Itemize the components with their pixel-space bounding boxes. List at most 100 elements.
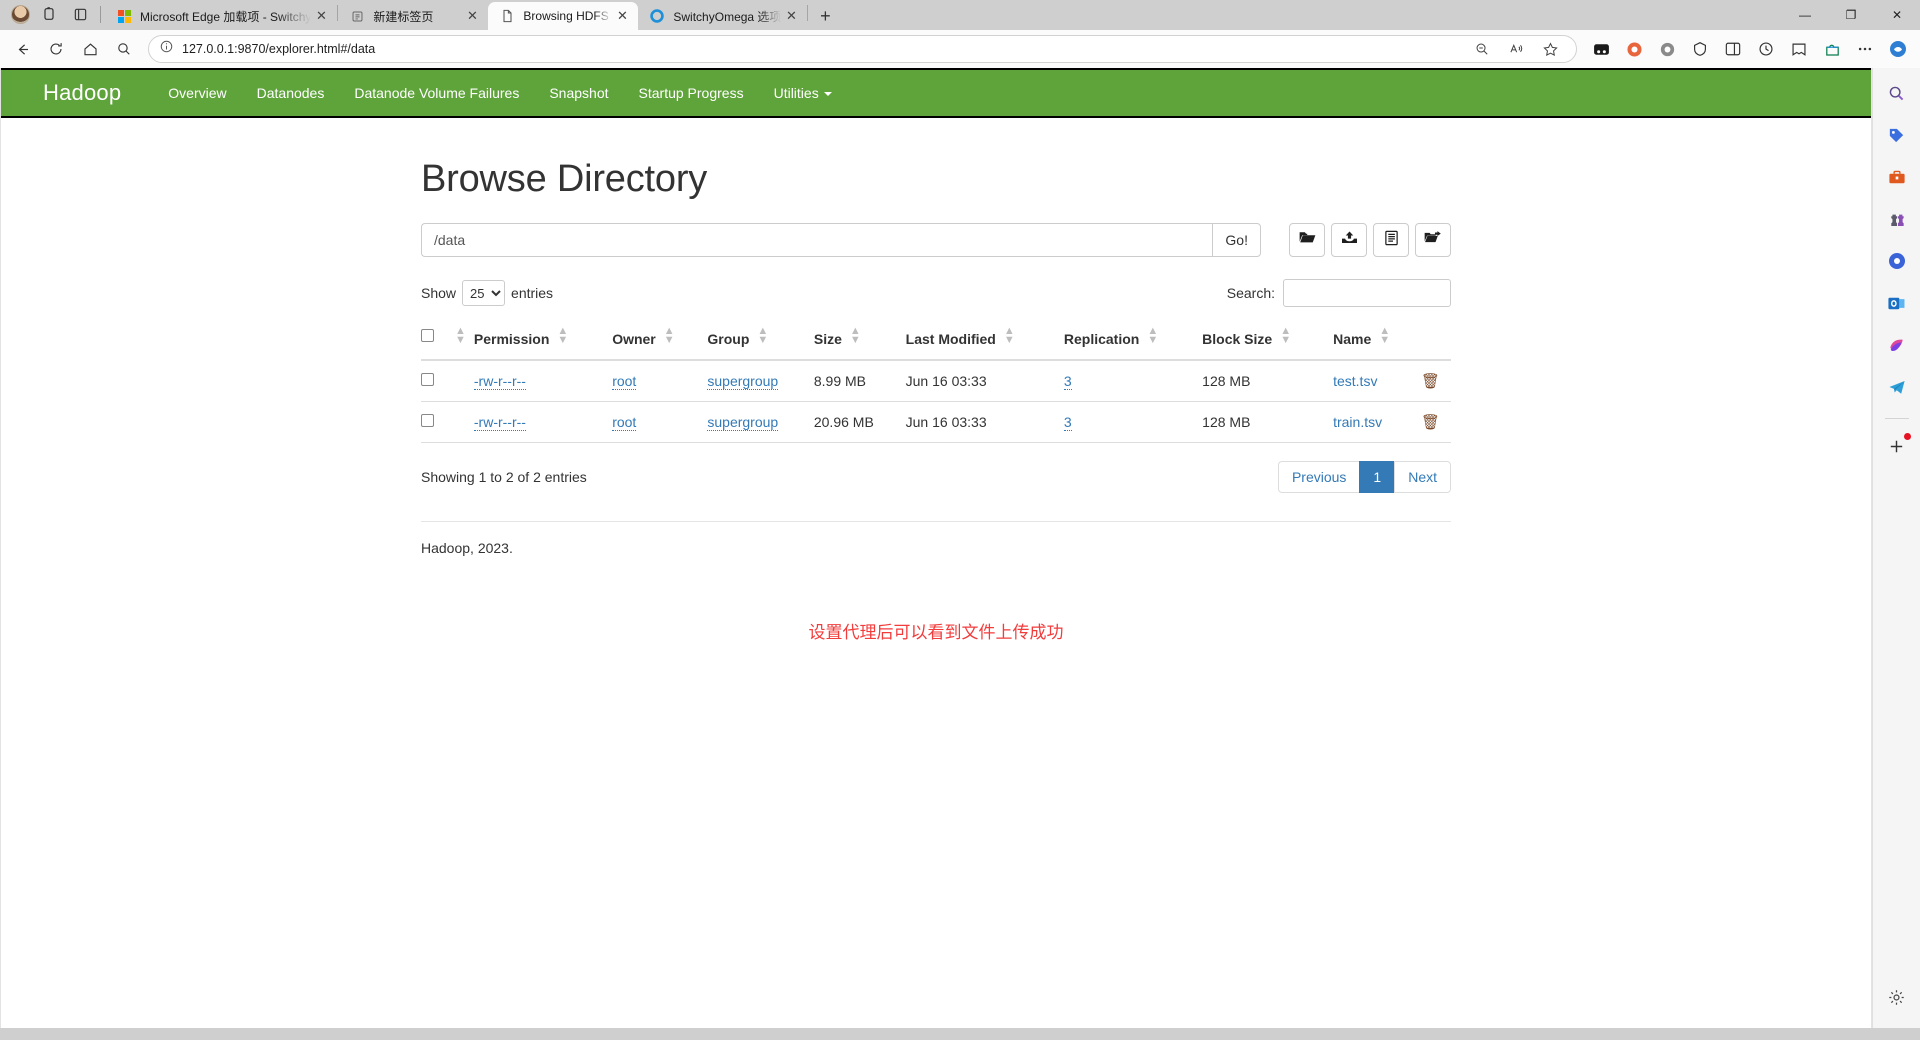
column-group[interactable]: Group ▲ ▼ [707,319,814,361]
hadoop-brand[interactable]: Hadoop [43,80,121,106]
nav-item-overview[interactable]: Overview [153,85,241,101]
folder-icon [1299,230,1316,250]
page-size-select[interactable]: 25 [462,280,506,306]
cut-paste-button[interactable] [1415,223,1451,257]
back-icon[interactable] [6,34,38,64]
read-aloud-icon[interactable] [1500,34,1532,64]
file-name-link[interactable]: train.tsv [1333,414,1382,430]
workspaces-icon[interactable] [36,1,64,27]
tab-close-icon[interactable]: ✕ [781,6,801,26]
browser-essentials-icon[interactable] [1684,34,1716,64]
owner-link[interactable]: root [612,373,637,390]
cell-group: supergroup [707,360,814,402]
maximize-button[interactable]: ❐ [1828,0,1874,30]
sort-icon: ▲ ▼ [557,325,569,346]
search-icon[interactable] [108,34,140,64]
tab-close-icon[interactable]: ✕ [462,6,482,26]
permission-link[interactable]: -rw-r--r-- [473,414,526,431]
nav-item-utilities[interactable]: Utilities [759,85,847,101]
row-spacer-cell [447,401,474,443]
extensions-icon[interactable] [1816,34,1848,64]
history-icon[interactable] [1750,34,1782,64]
copilot-icon[interactable] [1880,244,1914,278]
telegram-icon[interactable] [1880,370,1914,404]
row-checkbox[interactable] [421,414,434,427]
settings-gear-icon[interactable] [1880,980,1914,1014]
go-button[interactable]: Go! [1212,223,1261,257]
address-bar-actions [1466,34,1566,64]
tab-edge-addons[interactable]: Microsoft Edge 加载项 - Switchy ✕ [105,2,337,30]
permission-link[interactable]: -rw-r--r-- [473,373,526,390]
nav-item-snapshot[interactable]: Snapshot [534,85,623,101]
tab-close-icon[interactable]: ✕ [311,6,331,26]
tab-switchyomega-options[interactable]: SwitchyOmega 选项 ✕ [638,2,807,30]
replication-link[interactable]: 3 [1063,414,1072,431]
info-circle-icon[interactable] [159,39,174,59]
search-icon[interactable] [1880,76,1914,110]
nav-item-datanodes[interactable]: Datanodes [242,85,340,101]
group-link[interactable]: supergroup [707,373,779,390]
collections-icon[interactable] [1618,34,1650,64]
copilot-icon[interactable] [1651,34,1683,64]
designer-icon[interactable] [1880,328,1914,362]
address-bar[interactable]: 127.0.0.1:9870/explorer.html#/data [148,35,1577,63]
minimize-button[interactable]: — [1782,0,1828,30]
outlook-icon[interactable] [1880,286,1914,320]
snapshot-button[interactable] [1373,223,1409,257]
trash-icon[interactable]: 🗑 [1421,414,1440,431]
trash-icon[interactable]: 🗑 [1421,373,1440,390]
column-block-size[interactable]: Block Size ▲ ▼ [1202,319,1334,361]
upload-files-button[interactable] [1331,223,1367,257]
tab-new-tab-page[interactable]: 新建标签页 ✕ [338,2,488,30]
column-permission[interactable]: Permission ▲ ▼ [473,319,613,361]
select-all-checkbox[interactable] [421,329,434,342]
star-icon[interactable] [1534,34,1566,64]
files-table-head: ▲ ▼ Permission ▲ ▼ Owner ▲ ▼ Group ▲ ▼ Size ▲ ▼ L… [421,319,1451,361]
file-name-link[interactable]: test.tsv [1333,373,1377,389]
column-replication[interactable]: Replication ▲ ▼ [1063,319,1203,361]
zoom-out-icon[interactable] [1466,34,1498,64]
tab-label: Microsoft Edge 加载项 - Switchy [140,9,312,24]
pagination-previous[interactable]: Previous [1277,461,1361,493]
games-icon[interactable] [1880,202,1914,236]
split-screen-icon[interactable] [1585,34,1617,64]
pagination-next[interactable]: Next [1394,461,1451,493]
tab-browsing-hdfs[interactable]: Browsing HDFS ✕ [488,2,639,30]
column-name[interactable]: Name ▲ ▼ [1333,319,1421,361]
refresh-icon[interactable] [40,34,72,64]
nav-item-startup-progress[interactable]: Startup Progress [624,85,759,101]
tab-close-icon[interactable]: ✕ [612,6,632,26]
replication-link[interactable]: 3 [1063,373,1072,390]
tab-actions-icon[interactable] [66,1,94,27]
favorites-icon[interactable] [1783,34,1815,64]
nav-item-datanode-volume-failures[interactable]: Datanode Volume Failures [339,85,534,101]
column-last-modified[interactable]: Last Modified ▲ ▼ [905,319,1064,361]
group-link[interactable]: supergroup [707,414,779,431]
split-view-icon[interactable] [1717,34,1749,64]
cell-replication: 3 [1063,401,1203,443]
sort-handle-header[interactable]: ▲ ▼ [447,319,474,361]
search-input[interactable] [1283,279,1451,307]
toolbar-actions [1585,34,1914,64]
path-input[interactable] [421,223,1213,257]
close-button[interactable]: ✕ [1874,0,1920,30]
owner-link[interactable]: root [612,414,637,431]
add-icon[interactable] [1880,429,1914,463]
copilot-sidebar-icon[interactable] [1882,34,1914,64]
cell-name: test.tsv [1333,360,1421,402]
new-tab-button[interactable]: + [811,3,839,29]
column-label: Permission [473,331,550,347]
row-checkbox[interactable] [421,373,434,386]
pagination-page-1[interactable]: 1 [1359,461,1396,493]
newtab-icon [349,8,365,24]
folder-move-icon [1424,230,1442,250]
tools-icon[interactable] [1880,160,1914,194]
column-size[interactable]: Size ▲ ▼ [813,319,906,361]
settings-more-icon[interactable] [1849,34,1881,64]
home-icon[interactable] [74,34,106,64]
column-owner[interactable]: Owner ▲ ▼ [612,319,708,361]
profile-avatar[interactable] [6,1,34,27]
shopping-tag-icon[interactable] [1880,118,1914,152]
create-directory-button[interactable] [1289,223,1325,257]
cell-owner: root [612,401,708,443]
